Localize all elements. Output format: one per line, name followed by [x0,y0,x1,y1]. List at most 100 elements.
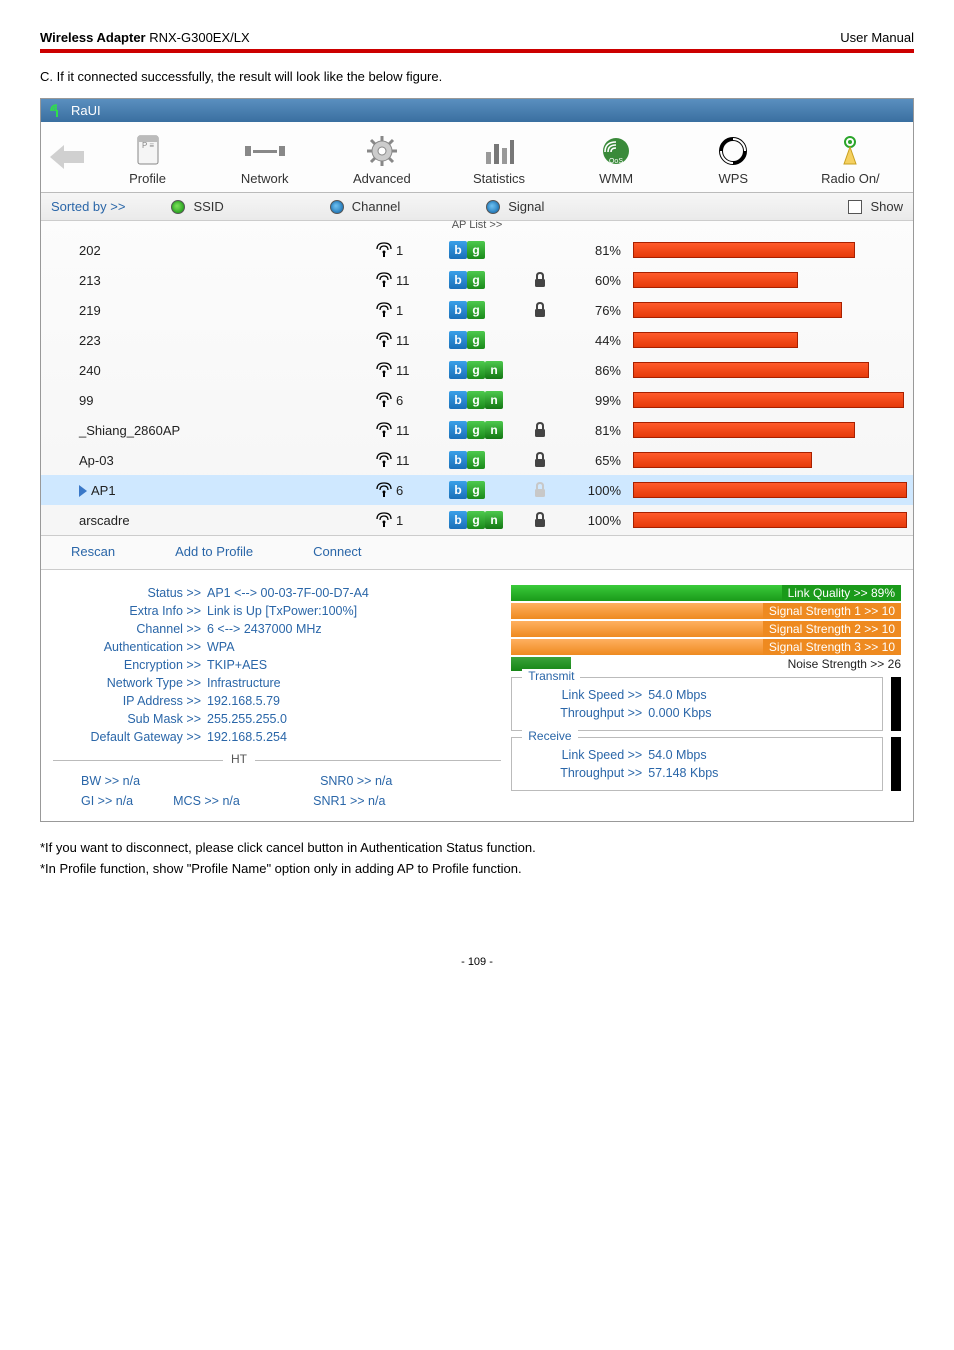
ht-snr0: SNR0 >> n/a [320,774,392,788]
rescan-button[interactable]: Rescan [71,544,115,559]
ap-channel: 11 [375,332,443,348]
status-row: Default Gateway >>192.168.5.254 [53,728,501,746]
ap-row[interactable]: Ap-0311bg65% [41,445,913,475]
ap-signal-bar [633,422,905,438]
profile-icon: P ≡ [132,134,164,168]
connect-button[interactable]: Connect [313,544,361,559]
ap-signal-text: 60% [567,273,627,288]
ap-row[interactable]: 21311bg60% [41,265,913,295]
ap-channel: 11 [375,422,443,438]
ap-modes: bg [449,301,527,319]
network-icon [243,140,287,162]
radio-icon [836,134,864,168]
sort-ssid-radio[interactable] [171,200,185,214]
ap-ssid: 202 [79,243,101,258]
show-label: Show [870,199,903,214]
add-to-profile-button[interactable]: Add to Profile [175,544,253,559]
sig3-bar [511,639,763,655]
tx-graph [891,677,901,731]
tab-advanced[interactable]: Advanced [323,122,440,192]
ap-channel: 11 [375,272,443,288]
tab-radio[interactable]: Radio On/ [792,122,909,192]
status-label: IP Address >> [53,694,207,708]
sorted-by-label: Sorted by >> [51,199,125,214]
ap-signal-text: 81% [567,423,627,438]
ap-row[interactable]: 22311bg44% [41,325,913,355]
ap-row[interactable]: 2021bg81% [41,235,913,265]
app-icon [49,104,65,118]
ap-row[interactable]: 2191bg76% [41,295,913,325]
ap-channel: 1 [375,302,443,318]
status-value: AP1 <--> 00-03-7F-00-D7-A4 [207,586,369,600]
mode-badge-b: b [449,331,467,349]
status-value: 192.168.5.79 [207,694,280,708]
mode-badge-b: b [449,301,467,319]
ht-group: HT BW >> n/a SNR0 >> n/a GI >> n/a MCS >… [53,760,501,811]
wps-icon [717,135,749,167]
transmit-title: Transmit [522,669,580,683]
ap-encryption-icon [533,272,561,288]
mode-badge-g: g [467,301,485,319]
ap-signal-bar [633,452,905,468]
gear-icon [365,134,399,168]
tab-statistics-label: Statistics [473,171,525,186]
status-value: TKIP+AES [207,658,267,672]
ap-signal-text: 99% [567,393,627,408]
tab-profile[interactable]: P ≡ Profile [89,122,206,192]
svg-text:P ≡: P ≡ [142,141,154,150]
tx-speed-label: Link Speed >> [522,688,648,702]
tab-profile-label: Profile [129,171,166,186]
link-quality-label: Link Quality >> 89% [782,585,901,601]
receive-box: Receive Link Speed >>54.0 Mbps Throughpu… [511,737,883,791]
show-checkbox[interactable] [848,200,862,214]
ap-modes: bg [449,331,527,349]
mode-badge-g: g [467,361,485,379]
ap-signal-bar [633,362,905,378]
tab-bar: P ≡ Profile Network [41,122,913,193]
tab-wmm[interactable]: QoS WMM [558,122,675,192]
ap-ssid: AP1 [91,483,116,498]
sort-signal-radio[interactable] [486,200,500,214]
mode-badge-b: b [449,271,467,289]
ap-modes: bgn [449,391,527,409]
ap-channel: 11 [375,452,443,468]
status-row: Network Type >>Infrastructure [53,674,501,692]
ap-signal-text: 65% [567,453,627,468]
back-arrow-icon [50,145,84,169]
ap-row[interactable]: _Shiang_2860AP11bgn81% [41,415,913,445]
sig2-bar [511,621,763,637]
ap-signal-bar [633,392,905,408]
mode-badge-g: g [467,511,485,529]
ap-signal-text: 86% [567,363,627,378]
sort-channel-radio[interactable] [330,200,344,214]
mode-badge-n: n [485,391,503,409]
ap-row[interactable]: AP16bg100% [41,475,913,505]
mode-badge-b: b [449,241,467,259]
ap-channel: 1 [375,242,443,258]
tab-wps[interactable]: WPS [675,122,792,192]
divider [40,49,914,53]
ap-ssid: 240 [79,363,101,378]
status-label: Default Gateway >> [53,730,207,744]
noise-label: Noise Strength >> 26 [788,657,901,671]
link-quality-bar [511,585,781,601]
mode-badge-g: g [467,421,485,439]
sort-signal-label: Signal [508,199,544,214]
back-button[interactable] [45,122,89,192]
status-pane: Status >>AP1 <--> 00-03-7F-00-D7-A4Extra… [41,570,913,821]
rx-graph [891,737,901,791]
tx-thr-value: 0.000 Kbps [648,706,711,720]
ap-row[interactable]: 24011bgn86% [41,355,913,385]
tab-advanced-label: Advanced [353,171,411,186]
tab-radio-label: Radio On/ [821,171,880,186]
statistics-icon [482,134,516,168]
ap-signal-bar [633,302,905,318]
ap-channel: 11 [375,362,443,378]
ap-row[interactable]: 996bgn99% [41,385,913,415]
doc-subtitle: User Manual [840,30,914,45]
tab-network[interactable]: Network [206,122,323,192]
ap-row[interactable]: arscadre1bgn100% [41,505,913,535]
tab-statistics[interactable]: Statistics [440,122,557,192]
ap-modes: bg [449,241,527,259]
status-value: Infrastructure [207,676,281,690]
